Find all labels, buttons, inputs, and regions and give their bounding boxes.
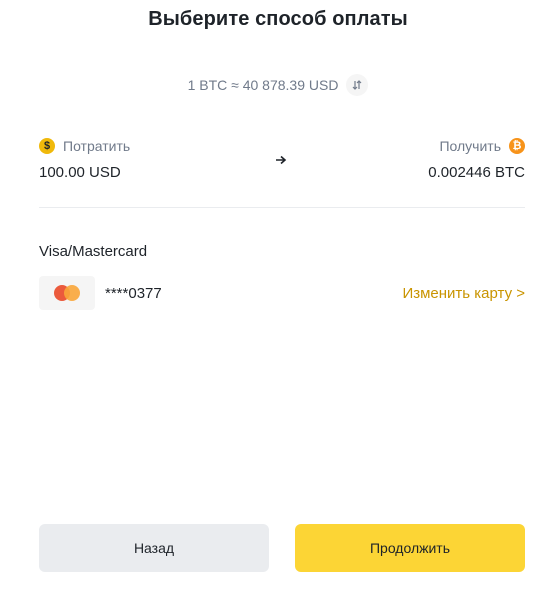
usd-coin-icon: $ xyxy=(39,138,55,154)
continue-button[interactable]: Продолжить xyxy=(295,524,525,572)
section-divider xyxy=(39,207,525,208)
btc-coin-icon: ₿ xyxy=(509,138,525,154)
card-row: ****0377 Изменить карту > xyxy=(39,276,525,310)
spend-amount: 100.00 USD xyxy=(39,164,121,181)
change-card-link[interactable]: Изменить карту > xyxy=(402,285,525,302)
page-title: Выберите способ оплаты xyxy=(148,8,408,30)
mastercard-icon xyxy=(39,276,95,310)
receive-label-row: Получить ₿ xyxy=(439,138,525,154)
back-button[interactable]: Назад xyxy=(39,524,269,572)
spend-label: Потратить xyxy=(63,138,131,154)
card-number: ****0377 xyxy=(105,284,162,302)
receive-label: Получить xyxy=(439,138,501,154)
exchange-rate-row: 1 BTC ≈ 40 878.39 USD xyxy=(0,74,556,96)
spend-label-row: $ Потратить xyxy=(39,138,130,154)
receive-amount: 0.002446 BTC xyxy=(428,164,525,181)
swap-icon[interactable] xyxy=(346,74,369,96)
arrow-right-icon xyxy=(271,150,291,170)
swap-arrows-icon xyxy=(353,80,362,90)
exchange-rate-text: 1 BTC ≈ 40 878.39 USD xyxy=(187,77,339,93)
payment-method-title: Visa/Mastercard xyxy=(39,243,148,260)
